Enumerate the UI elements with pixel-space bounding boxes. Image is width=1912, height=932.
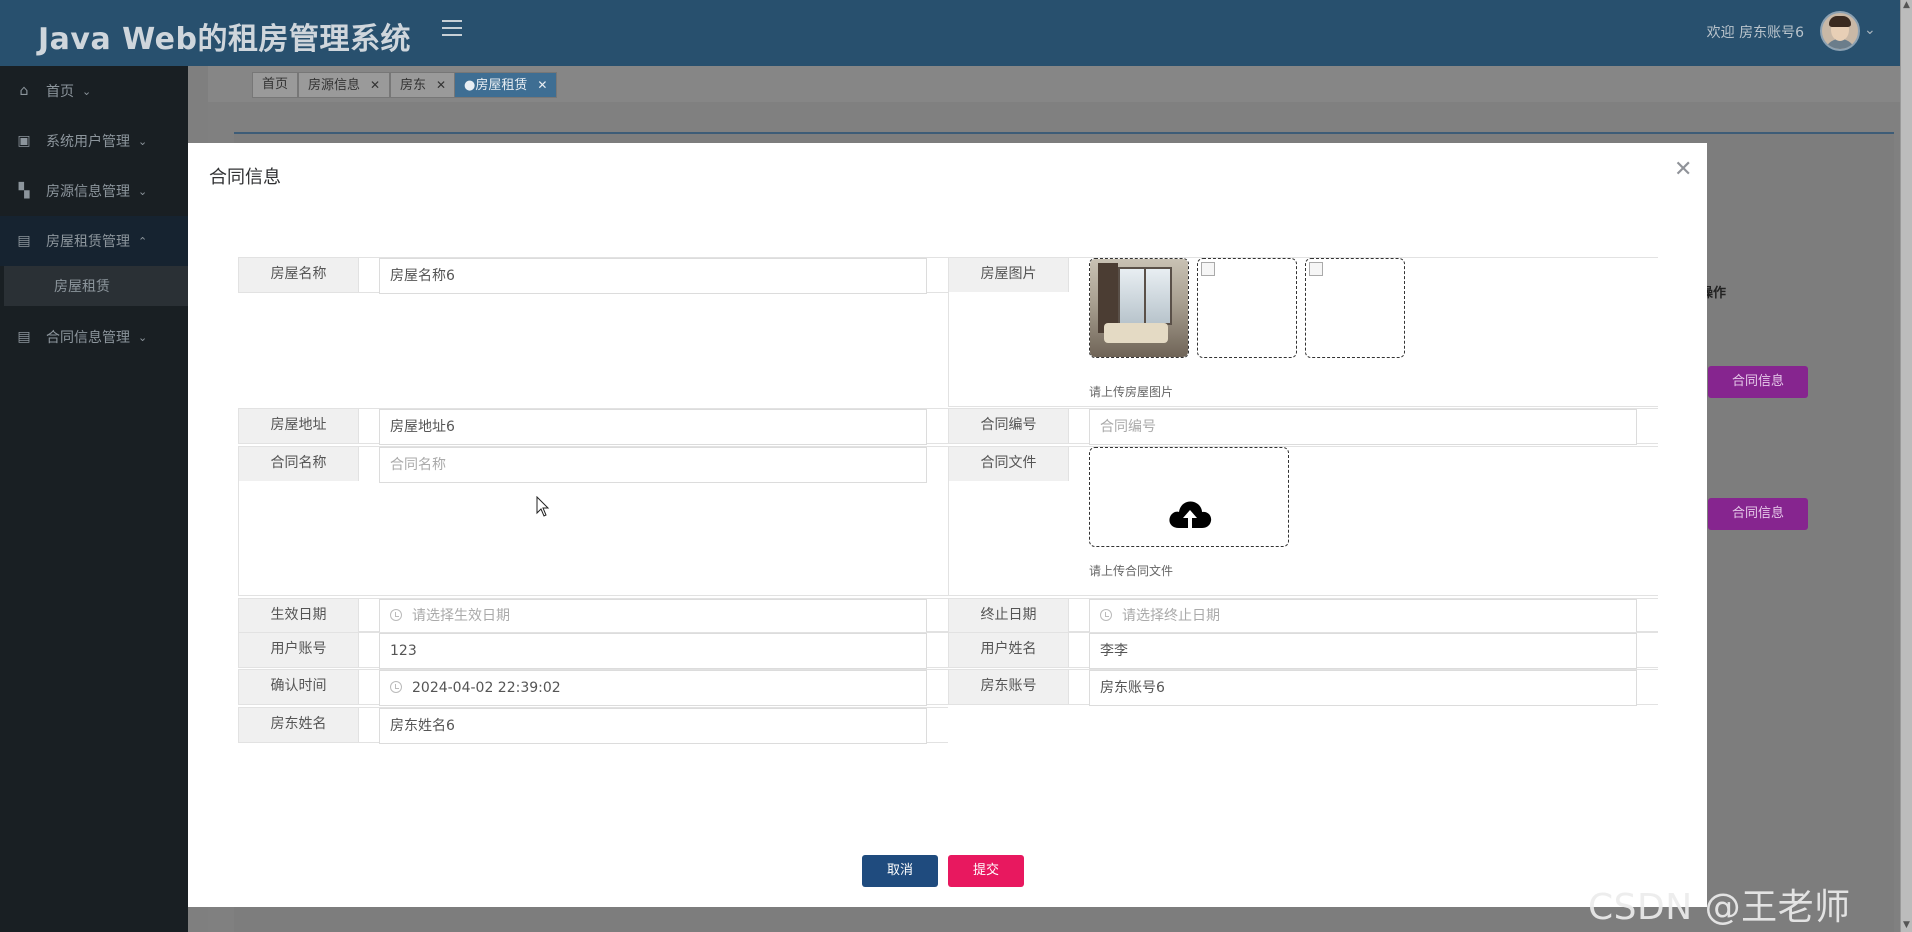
field-label: 房东账号 xyxy=(949,670,1069,704)
welcome-text: 欢迎 房东账号6 xyxy=(1706,25,1804,41)
contract-no-input[interactable]: 合同编号 xyxy=(1089,409,1637,445)
house-photo-thumbnail[interactable] xyxy=(1089,258,1189,358)
field-user-account: 用户账号 123 xyxy=(238,632,948,669)
dialog-title: 合同信息 xyxy=(209,167,281,188)
home-icon: ⌂ xyxy=(19,83,29,99)
landlord-name-input[interactable]: 房东姓名6 xyxy=(379,708,927,744)
house-address-input[interactable]: 房屋地址6 xyxy=(379,409,927,445)
house-photo-thumbnail[interactable] xyxy=(1197,258,1297,358)
cloud-upload-icon xyxy=(1169,501,1212,528)
app-title: Java Web的租房管理系统 xyxy=(38,22,411,57)
broken-image-icon xyxy=(1201,262,1215,276)
contract-file-upload[interactable] xyxy=(1089,447,1289,547)
field-start-date: 生效日期 请选择生效日期 xyxy=(238,598,948,633)
end-date-picker[interactable]: 请选择终止日期 xyxy=(1089,599,1637,633)
field-label: 确认时间 xyxy=(239,670,359,704)
field-landlord-account: 房东账号 房东账号6 xyxy=(948,669,1658,706)
landlord-account-input[interactable]: 房东账号6 xyxy=(1089,670,1637,706)
page-scrollbar[interactable]: ▲ ▼ xyxy=(1900,0,1912,932)
field-contract-file: 合同文件 请上传合同文件 xyxy=(948,446,1658,596)
sidebar-item-label: 房源信息管理 xyxy=(46,184,130,200)
field-house-name: 房屋名称 房屋名称6 xyxy=(238,257,948,294)
clock-icon xyxy=(390,609,402,621)
table-icon: ▤ xyxy=(17,233,31,249)
user-name-input[interactable]: 李李 xyxy=(1089,633,1637,669)
watermark: CSDN @王老师621 xyxy=(1588,887,1851,932)
sidebar-item-contracts[interactable]: ▤ 合同信息管理 ⌄ xyxy=(0,312,188,362)
chevron-down-icon: ⌄ xyxy=(138,330,148,344)
field-house-address: 房屋地址 房屋地址6 xyxy=(238,408,948,445)
sidebar-item-label: 系统用户管理 xyxy=(46,134,130,150)
top-header: Java Web的租房管理系统 欢迎 房东账号6 ⌄ xyxy=(0,0,1900,66)
user-avatar[interactable] xyxy=(1820,11,1860,51)
field-label: 用户账号 xyxy=(239,633,359,667)
sidebar: ⌂ 首页 ⌄ ▣ 系统用户管理 ⌄ ▚ 房源信息管理 ⌄ ▤ 房屋租赁管理 ⌃ … xyxy=(0,66,188,932)
tab-landlord[interactable]: 房东 ✕ xyxy=(390,72,457,98)
grid-icon: ▚ xyxy=(18,183,30,199)
field-label: 房屋名称 xyxy=(239,258,359,292)
menu-toggle-icon[interactable] xyxy=(442,20,462,36)
close-icon[interactable]: ✕ xyxy=(1674,159,1692,181)
chevron-down-icon[interactable]: ⌄ xyxy=(1864,22,1876,38)
sidebar-item-home[interactable]: ⌂ 首页 ⌄ xyxy=(0,66,188,116)
user-card-icon: ▣ xyxy=(17,133,31,149)
contract-info-button[interactable]: 合同信息 xyxy=(1708,366,1808,398)
clock-icon xyxy=(390,681,402,693)
house-name-input[interactable]: 房屋名称6 xyxy=(379,258,927,294)
close-icon[interactable]: ✕ xyxy=(370,78,380,92)
field-label: 终止日期 xyxy=(949,599,1069,633)
broken-image-icon xyxy=(1309,262,1323,276)
contract-info-button[interactable]: 合同信息 xyxy=(1708,498,1808,530)
field-label: 房东姓名 xyxy=(239,708,359,742)
sidebar-item-label: 首页 xyxy=(46,84,74,100)
field-label: 房屋地址 xyxy=(239,409,359,443)
contract-dialog: 合同信息 ✕ 房屋名称 房屋名称6 房屋图片 请上传房屋图片 房屋地址 房屋地址… xyxy=(188,143,1707,907)
field-label: 合同编号 xyxy=(949,409,1069,443)
chevron-down-icon: ⌄ xyxy=(138,134,148,148)
field-label: 房屋图片 xyxy=(949,258,1069,292)
table-icon: ▤ xyxy=(17,329,31,345)
confirm-time-picker[interactable]: 2024-04-02 22:39:02 xyxy=(379,670,927,706)
submit-button[interactable]: 提交 xyxy=(948,855,1024,887)
field-confirm-time: 确认时间 2024-04-02 22:39:02 xyxy=(238,669,948,706)
field-label: 合同名称 xyxy=(239,447,359,481)
tab-bar: 首页 房源信息 ✕ 房东 ✕ ●房屋租赁 ✕ xyxy=(208,66,1900,102)
field-landlord-name: 房东姓名 房东姓名6 xyxy=(238,707,948,744)
sidebar-subitem-rental[interactable]: 房屋租赁 xyxy=(4,266,188,306)
tab-rental[interactable]: ●房屋租赁 ✕ xyxy=(454,72,558,98)
chevron-down-icon: ⌄ xyxy=(82,84,92,98)
tab-home[interactable]: 首页 xyxy=(252,72,299,98)
close-icon[interactable]: ✕ xyxy=(436,78,446,92)
house-photo-thumbnail[interactable] xyxy=(1305,258,1405,358)
upload-tip: 请上传房屋图片 xyxy=(1089,385,1174,399)
field-label: 生效日期 xyxy=(239,599,359,633)
cancel-button[interactable]: 取消 xyxy=(862,855,938,887)
clock-icon xyxy=(1100,609,1112,621)
start-date-picker[interactable]: 请选择生效日期 xyxy=(379,599,927,633)
sidebar-item-rental[interactable]: ▤ 房屋租赁管理 ⌃ xyxy=(0,216,188,266)
chevron-up-icon: ⌃ xyxy=(138,234,148,248)
tab-listings[interactable]: 房源信息 ✕ xyxy=(298,72,391,98)
sidebar-item-label: 合同信息管理 xyxy=(46,330,130,346)
field-label: 用户姓名 xyxy=(949,633,1069,667)
field-user-name: 用户姓名 李李 xyxy=(948,632,1658,669)
contract-name-input[interactable]: 合同名称 xyxy=(379,447,927,483)
field-label: 合同文件 xyxy=(949,447,1069,481)
sidebar-item-listings[interactable]: ▚ 房源信息管理 ⌄ xyxy=(0,166,188,216)
close-icon[interactable]: ✕ xyxy=(537,78,547,92)
field-end-date: 终止日期 请选择终止日期 xyxy=(948,598,1658,633)
field-contract-no: 合同编号 合同编号 xyxy=(948,408,1658,445)
sidebar-item-system-users[interactable]: ▣ 系统用户管理 ⌄ xyxy=(0,116,188,166)
scroll-up-icon[interactable]: ▲ xyxy=(1903,0,1910,10)
chevron-down-icon: ⌄ xyxy=(138,184,148,198)
user-account-input[interactable]: 123 xyxy=(379,633,927,669)
upload-tip: 请上传合同文件 xyxy=(1089,564,1174,578)
field-contract-name: 合同名称 合同名称 xyxy=(238,446,948,596)
mouse-cursor-icon xyxy=(536,496,550,517)
sidebar-item-label: 房屋租赁管理 xyxy=(46,234,130,250)
field-house-image: 房屋图片 请上传房屋图片 xyxy=(948,257,1658,407)
